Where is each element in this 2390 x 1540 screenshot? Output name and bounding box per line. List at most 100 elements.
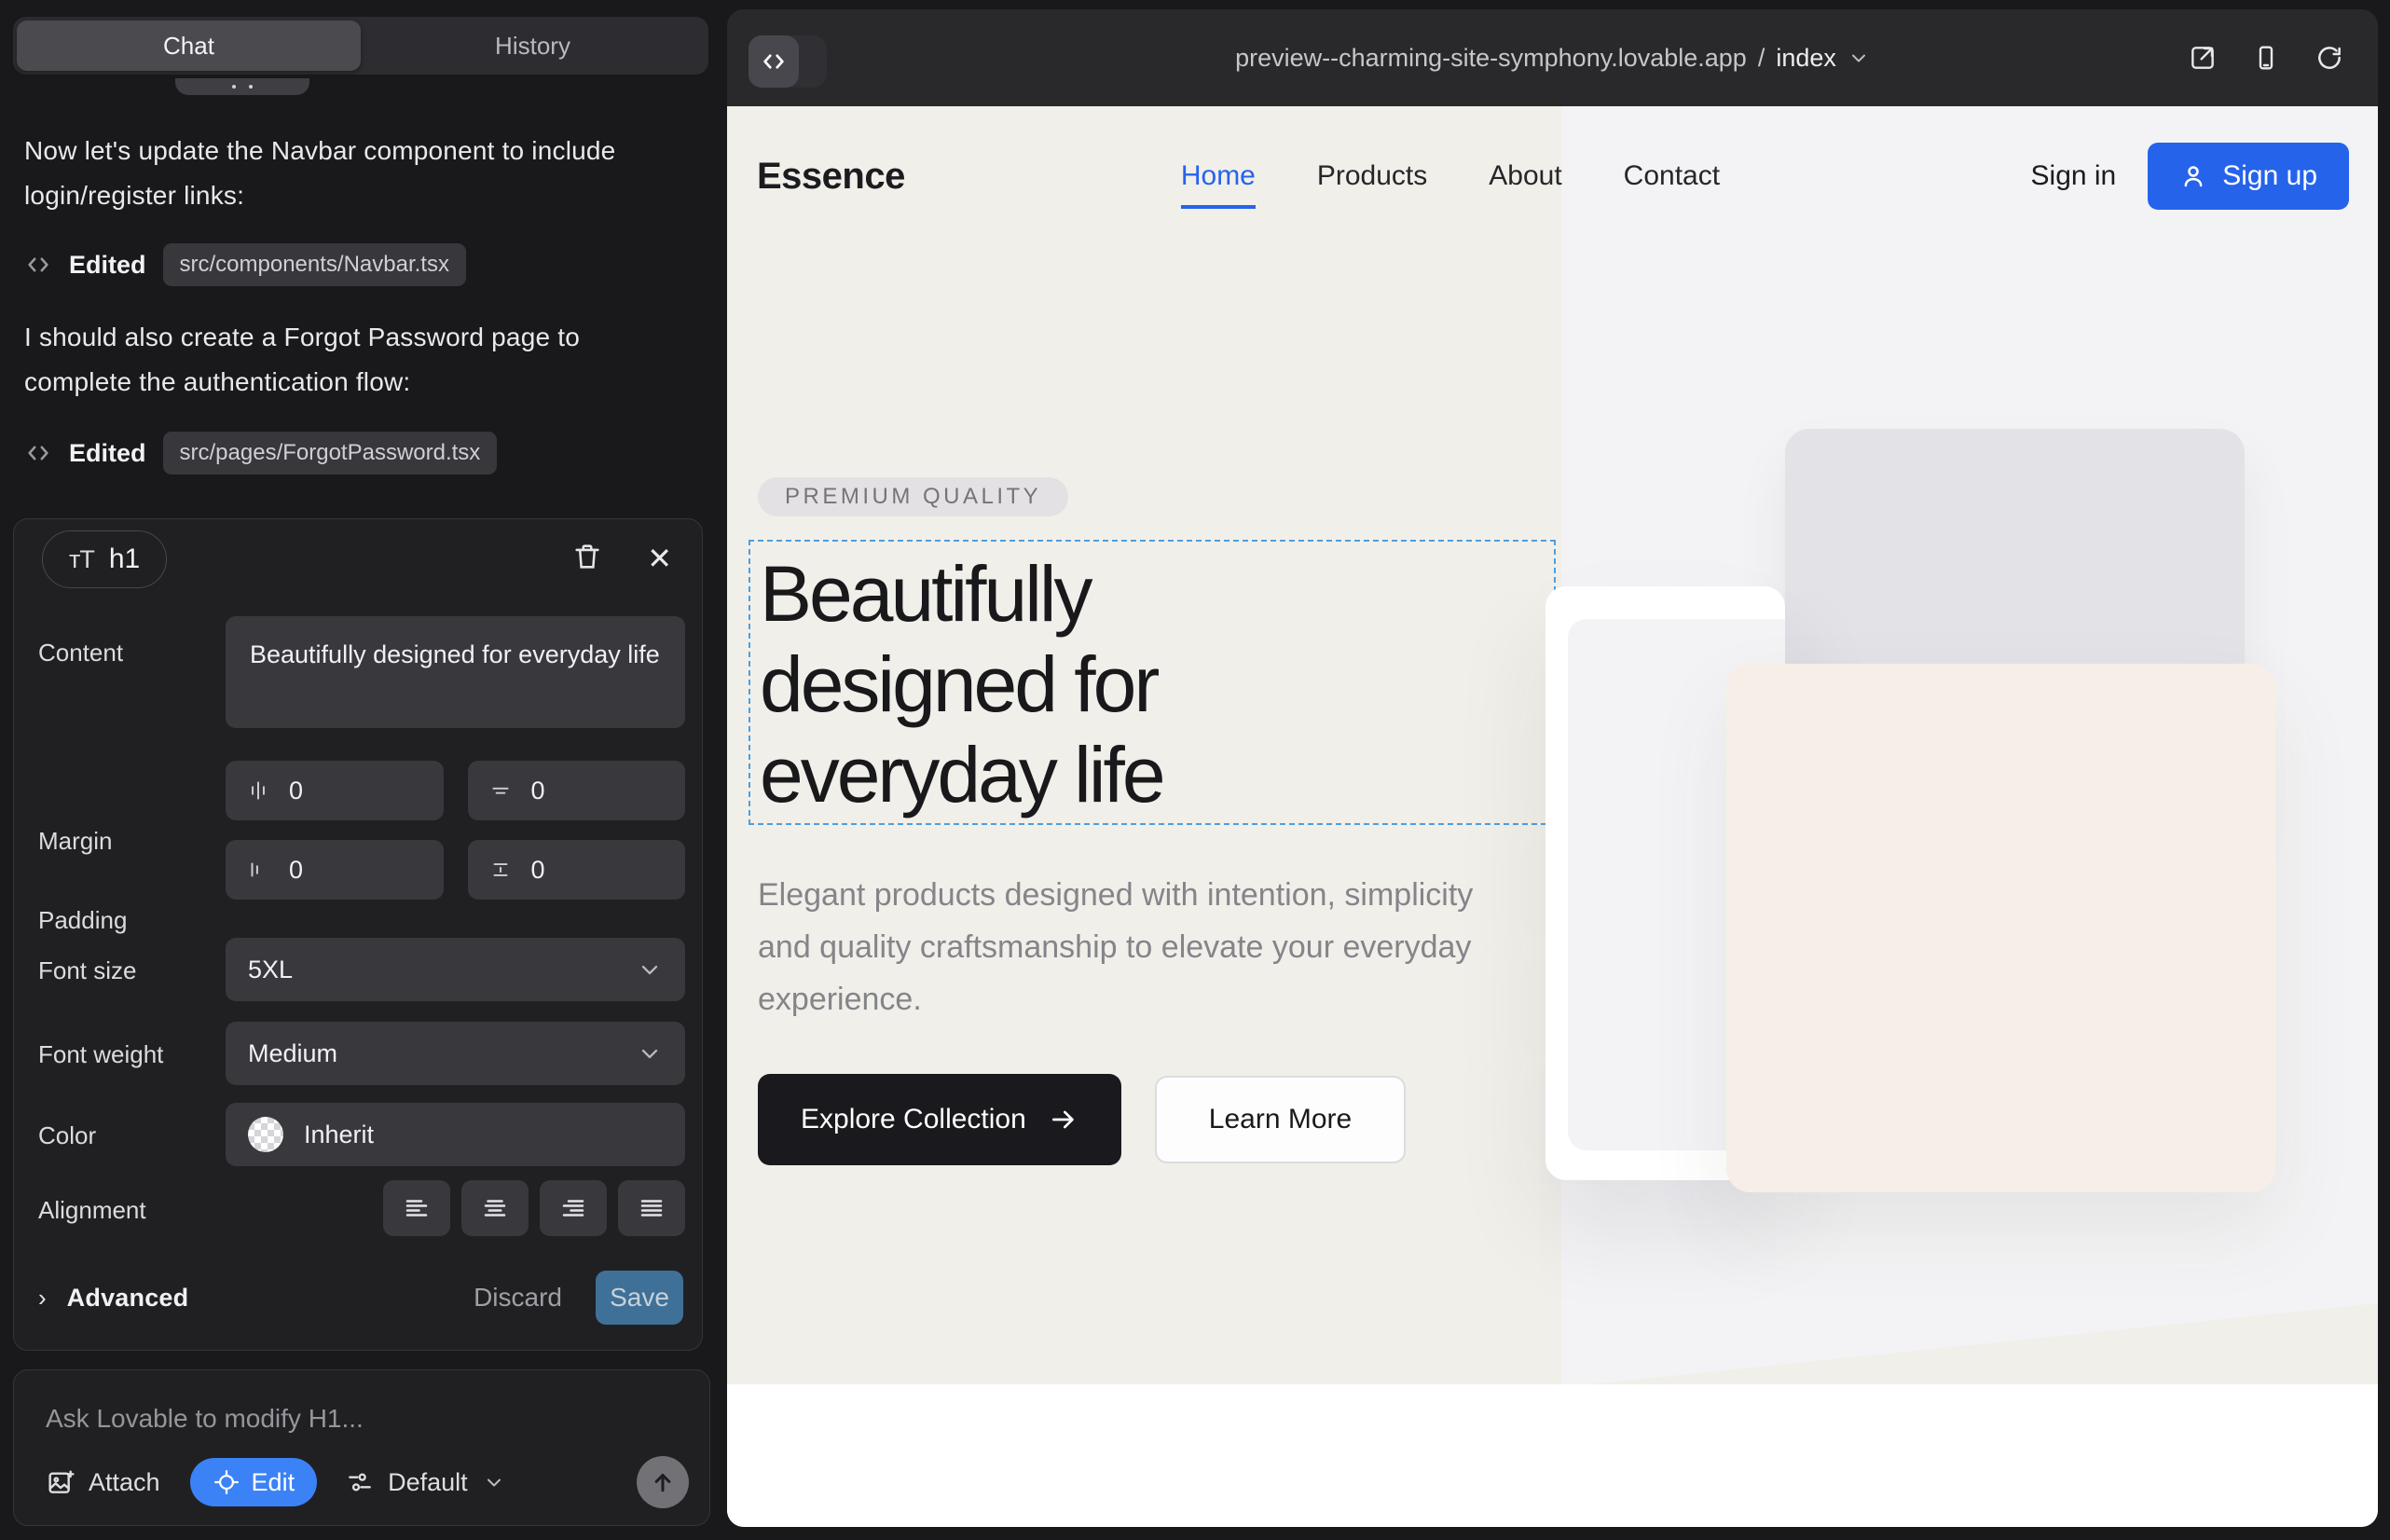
save-button[interactable]: Save bbox=[596, 1271, 683, 1325]
font-size-field-label: Font size bbox=[38, 956, 137, 985]
preview-window: preview--charming-site-symphony.lovable.… bbox=[727, 9, 2378, 1527]
align-left-button[interactable] bbox=[383, 1180, 450, 1236]
site-canvas: Essence Home Products About Contact Sign… bbox=[727, 106, 2378, 1527]
explore-collection-button[interactable]: Explore Collection bbox=[758, 1074, 1121, 1165]
edited-file-badge[interactable]: src/components/Navbar.tsx bbox=[163, 243, 466, 286]
hero-cta-row: Explore Collection Learn More bbox=[758, 1074, 1406, 1165]
discard-button[interactable]: Discard bbox=[474, 1283, 562, 1313]
attach-label: Attach bbox=[89, 1468, 160, 1497]
font-weight-field-label: Font weight bbox=[38, 1040, 163, 1069]
nav-link-home[interactable]: Home bbox=[1181, 160, 1256, 192]
preview-header-actions bbox=[2188, 9, 2344, 106]
element-editor-panel: тT h1 ✕ Content Beautifully designed for… bbox=[13, 518, 703, 1351]
code-icon bbox=[24, 439, 52, 467]
selected-h1-outline[interactable]: Beautifully designed for everyday life bbox=[749, 540, 1556, 825]
typography-icon: тT bbox=[69, 545, 94, 574]
edited-file-badge[interactable]: src/pages/ForgotPassword.tsx bbox=[163, 432, 498, 474]
tab-history[interactable]: History bbox=[361, 21, 705, 71]
edit-mode-button[interactable]: Edit bbox=[190, 1458, 318, 1506]
padding-horizontal-icon bbox=[246, 858, 270, 882]
margin-inputs: 0 0 bbox=[226, 761, 685, 820]
url-host: preview--charming-site-symphony.lovable.… bbox=[1235, 44, 1747, 73]
send-button[interactable] bbox=[637, 1456, 689, 1508]
align-right-button[interactable] bbox=[540, 1180, 607, 1236]
margin-y-input[interactable]: 0 bbox=[468, 761, 686, 820]
align-justify-button[interactable] bbox=[618, 1180, 685, 1236]
margin-vertical-icon bbox=[488, 778, 513, 803]
chevron-down-icon bbox=[1847, 47, 1870, 69]
element-tag-label: h1 bbox=[109, 543, 140, 575]
padding-inputs: 0 0 bbox=[226, 840, 685, 900]
open-in-new-tab-icon[interactable] bbox=[2188, 43, 2218, 73]
url-separator: / bbox=[1758, 44, 1765, 73]
padding-y-value: 0 bbox=[531, 856, 545, 885]
mode-select[interactable]: Default bbox=[345, 1467, 505, 1497]
padding-vertical-icon bbox=[488, 858, 513, 882]
explore-collection-label: Explore Collection bbox=[801, 1104, 1026, 1135]
edited-label: Edited bbox=[69, 439, 146, 468]
align-center-button[interactable] bbox=[461, 1180, 529, 1236]
builder-sidebar: Chat History Now let's update the Navbar… bbox=[0, 0, 727, 1540]
next-section-background bbox=[727, 1384, 2378, 1527]
image-attach-icon bbox=[46, 1467, 76, 1497]
close-panel-icon[interactable]: ✕ bbox=[647, 540, 672, 577]
alignment-buttons bbox=[226, 1180, 685, 1236]
font-size-value: 5XL bbox=[248, 956, 293, 984]
padding-field-label: Padding bbox=[38, 906, 127, 935]
user-icon bbox=[2179, 162, 2207, 190]
hero-heading[interactable]: Beautifully designed for everyday life bbox=[760, 549, 1338, 820]
refresh-icon[interactable] bbox=[2314, 43, 2344, 73]
margin-field-label: Margin bbox=[38, 827, 112, 856]
advanced-toggle[interactable]: Advanced bbox=[67, 1284, 189, 1313]
tab-chat[interactable]: Chat bbox=[17, 21, 361, 71]
edited-file-row[interactable]: Edited src/components/Navbar.tsx bbox=[24, 242, 466, 287]
content-input[interactable]: Beautifully designed for everyday life bbox=[226, 616, 685, 728]
sign-up-button[interactable]: Sign up bbox=[2148, 143, 2349, 210]
nav-link-products[interactable]: Products bbox=[1317, 160, 1427, 192]
chevron-down-icon bbox=[637, 956, 663, 983]
edit-mode-label: Edit bbox=[252, 1468, 295, 1497]
prompt-input[interactable]: Ask Lovable to modify H1... bbox=[46, 1404, 364, 1434]
nav-link-about[interactable]: About bbox=[1489, 160, 1561, 192]
color-field-label: Color bbox=[38, 1121, 96, 1150]
margin-y-value: 0 bbox=[531, 777, 545, 805]
editor-footer: › Advanced Discard Save bbox=[38, 1271, 683, 1325]
delete-element-icon[interactable] bbox=[571, 540, 603, 573]
chevron-down-icon bbox=[637, 1040, 663, 1066]
chat-message: Now let's update the Navbar component to… bbox=[24, 129, 639, 218]
chat-history-tabs: Chat History bbox=[13, 17, 708, 75]
color-swatch-transparent bbox=[248, 1117, 283, 1152]
site-logo[interactable]: Essence bbox=[757, 156, 905, 198]
hero-badge: PREMIUM QUALITY bbox=[758, 477, 1068, 516]
font-weight-value: Medium bbox=[248, 1039, 337, 1068]
margin-x-value: 0 bbox=[289, 777, 303, 805]
mode-label: Default bbox=[388, 1468, 468, 1497]
alignment-field-label: Alignment bbox=[38, 1196, 146, 1225]
arrow-right-icon bbox=[1049, 1105, 1078, 1134]
font-size-select[interactable]: 5XL bbox=[226, 938, 685, 1001]
site-nav-links: Home Products About Contact bbox=[1181, 160, 1720, 192]
learn-more-button[interactable]: Learn More bbox=[1155, 1076, 1406, 1163]
nav-link-contact[interactable]: Contact bbox=[1624, 160, 1720, 192]
preview-url[interactable]: preview--charming-site-symphony.lovable.… bbox=[727, 9, 2378, 106]
target-icon bbox=[213, 1468, 240, 1496]
mobile-view-icon[interactable] bbox=[2251, 43, 2281, 73]
selected-element-tag: тT h1 bbox=[42, 530, 167, 588]
color-select[interactable]: Inherit bbox=[226, 1103, 685, 1166]
edited-file-row[interactable]: Edited src/pages/ForgotPassword.tsx bbox=[24, 431, 497, 475]
color-value: Inherit bbox=[304, 1121, 374, 1149]
hero-decorative-rect-beige bbox=[1726, 664, 2275, 1192]
hero-description: Elegant products designed with intention… bbox=[758, 869, 1494, 1025]
padding-x-value: 0 bbox=[289, 856, 303, 885]
font-weight-select[interactable]: Medium bbox=[226, 1022, 685, 1085]
margin-horizontal-icon bbox=[246, 778, 270, 803]
attach-button[interactable]: Attach bbox=[46, 1467, 160, 1497]
learn-more-label: Learn More bbox=[1209, 1104, 1352, 1135]
padding-y-input[interactable]: 0 bbox=[468, 840, 686, 900]
content-field-label: Content bbox=[38, 639, 123, 667]
sign-in-link[interactable]: Sign in bbox=[2031, 160, 2117, 192]
site-navbar: Essence Home Products About Contact Sign… bbox=[727, 106, 2378, 246]
padding-x-input[interactable]: 0 bbox=[226, 840, 444, 900]
advanced-expand-icon[interactable]: › bbox=[38, 1284, 47, 1313]
margin-x-input[interactable]: 0 bbox=[226, 761, 444, 820]
